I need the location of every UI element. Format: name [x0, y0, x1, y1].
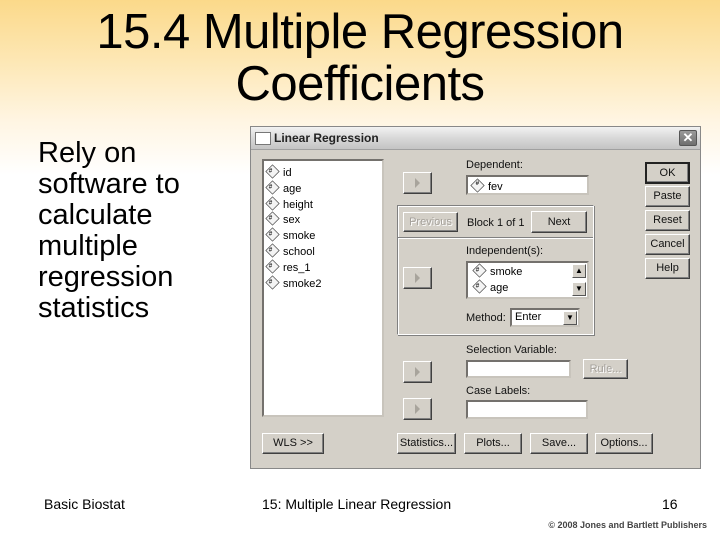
- dependent-label: Dependent:: [466, 159, 523, 171]
- variable-list[interactable]: # id # age # height # sex # smoke # school # res_1 # sm…: [262, 159, 384, 417]
- dependent-field[interactable]: # fev: [466, 175, 589, 195]
- ok-button[interactable]: OK: [645, 162, 690, 184]
- slide-title-line1: 15.4 Multiple Regression: [96, 5, 624, 59]
- window-icon: [255, 132, 271, 145]
- move-to-selection-button[interactable]: [403, 361, 432, 383]
- numeric-variable-icon: #: [265, 195, 280, 211]
- rule-button[interactable]: Rule...: [583, 359, 628, 379]
- selection-variable-field[interactable]: [466, 360, 571, 378]
- numeric-variable-icon: #: [470, 178, 485, 193]
- move-to-case-labels-button[interactable]: [403, 398, 432, 420]
- plots-button[interactable]: Plots...: [464, 433, 522, 454]
- chevron-down-icon: ▼: [575, 284, 583, 293]
- variable-item[interactable]: # age: [264, 180, 382, 197]
- numeric-variable-icon: #: [265, 274, 280, 290]
- numeric-variable-icon: #: [265, 211, 280, 227]
- previous-button[interactable]: Previous: [403, 212, 458, 232]
- close-button[interactable]: ✕: [679, 130, 697, 146]
- case-labels-label: Case Labels:: [466, 385, 531, 397]
- move-to-independents-button[interactable]: [403, 267, 432, 289]
- dialog-title: Linear Regression: [274, 131, 379, 145]
- independents-list[interactable]: # smoke # age ▲ ▼: [466, 261, 589, 299]
- numeric-variable-icon: #: [265, 164, 280, 179]
- variable-item[interactable]: # height: [264, 195, 382, 213]
- variable-item[interactable]: # id: [264, 164, 382, 181]
- independents-label: Independent(s):: [466, 245, 544, 257]
- variable-item[interactable]: # smoke: [471, 263, 584, 280]
- dependent-value: fev: [488, 181, 503, 193]
- save-button[interactable]: Save...: [530, 433, 588, 454]
- variable-item[interactable]: # sex: [264, 211, 382, 228]
- next-button[interactable]: Next: [531, 211, 587, 233]
- variable-item[interactable]: # smoke2: [264, 274, 382, 292]
- numeric-variable-icon: #: [265, 243, 280, 258]
- method-value: Enter: [515, 311, 542, 323]
- statistics-button[interactable]: Statistics...: [397, 433, 456, 454]
- footer-center: 15: Multiple Linear Regression: [262, 496, 452, 512]
- selection-variable-label: Selection Variable:: [466, 344, 557, 356]
- variable-name: sex: [283, 214, 301, 227]
- slide-title: 15.4 Multiple Regression Coefficients: [0, 6, 720, 110]
- arrow-right-icon: [415, 367, 420, 377]
- slide-title-line2: Coefficients: [235, 57, 485, 111]
- chevron-up-icon: ▲: [575, 266, 583, 275]
- method-select[interactable]: Enter ▼: [510, 308, 580, 327]
- numeric-variable-icon: #: [472, 279, 487, 294]
- variable-item[interactable]: # res_1: [264, 259, 382, 276]
- help-button[interactable]: Help: [645, 258, 690, 279]
- cancel-button[interactable]: Cancel: [645, 234, 690, 255]
- numeric-variable-icon: #: [265, 227, 280, 242]
- method-label: Method:: [466, 312, 506, 324]
- variable-name: id: [283, 167, 292, 179]
- wls-button[interactable]: WLS >>: [262, 433, 324, 454]
- close-icon: ✕: [682, 130, 694, 145]
- arrow-right-icon: [415, 273, 420, 283]
- copyright: © 2008 Jones and Bartlett Publishers: [548, 520, 707, 530]
- page-number: 16: [662, 496, 678, 512]
- variable-item[interactable]: # smoke: [264, 227, 382, 244]
- linear-regression-dialog: Linear Regression ✕ # id # age # height # sex # s…: [250, 126, 701, 469]
- numeric-variable-icon: #: [472, 263, 487, 278]
- variable-item[interactable]: # age: [471, 279, 584, 296]
- scroll-down-button[interactable]: ▼: [572, 282, 586, 296]
- variable-item[interactable]: # school: [264, 243, 382, 260]
- bullet-text: Rely on software to calculate multiple r…: [38, 137, 180, 324]
- block-label: Block 1 of 1: [467, 217, 525, 229]
- move-to-dependent-button[interactable]: [403, 172, 432, 194]
- arrow-right-icon: [415, 404, 420, 414]
- case-labels-field[interactable]: [466, 400, 588, 419]
- variable-name: age: [283, 182, 302, 195]
- variable-name: res_1: [283, 261, 311, 274]
- dialog-titlebar[interactable]: Linear Regression ✕: [251, 127, 700, 150]
- dropdown-button[interactable]: ▼: [563, 311, 577, 325]
- paste-button[interactable]: Paste: [645, 186, 690, 207]
- numeric-variable-icon: #: [265, 259, 280, 274]
- reset-button[interactable]: Reset: [645, 210, 690, 231]
- footer-left: Basic Biostat: [44, 496, 125, 512]
- arrow-right-icon: [415, 178, 420, 188]
- variable-name: height: [283, 198, 313, 211]
- numeric-variable-icon: #: [265, 180, 280, 195]
- variable-name: school: [283, 245, 315, 258]
- chevron-down-icon: ▼: [566, 313, 574, 322]
- variable-name: smoke2: [283, 277, 322, 290]
- variable-name: smoke: [283, 230, 316, 243]
- variable-name: age: [490, 281, 509, 294]
- variable-name: smoke: [490, 266, 523, 278]
- options-button[interactable]: Options...: [595, 433, 653, 454]
- scroll-up-button[interactable]: ▲: [572, 264, 586, 278]
